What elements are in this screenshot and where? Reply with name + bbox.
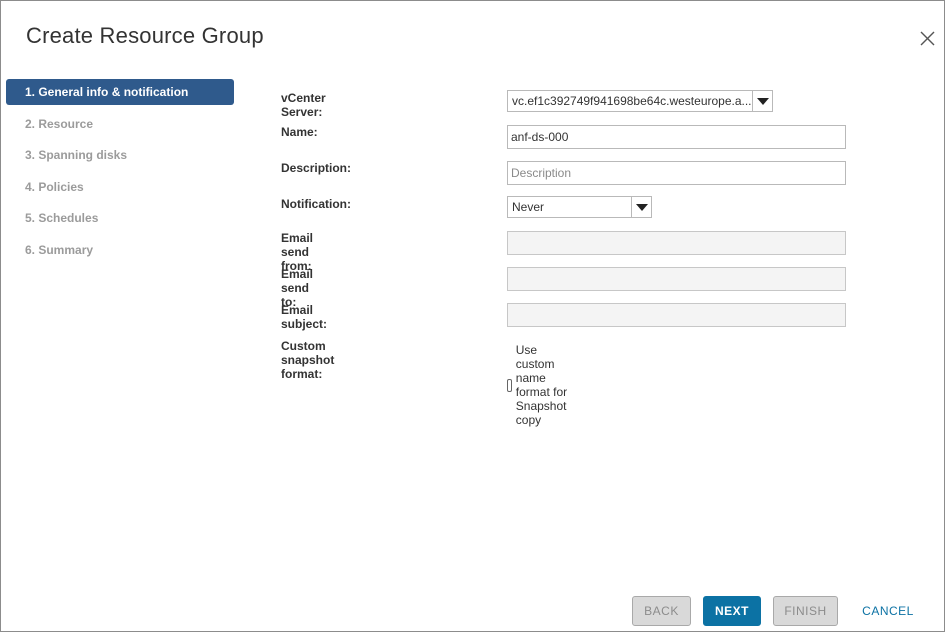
close-icon — [920, 31, 935, 46]
dialog-title: Create Resource Group — [26, 23, 264, 48]
chevron-down-icon — [752, 91, 772, 111]
vcenter-label: vCenter Server: — [281, 91, 326, 119]
snapshot-format-option: Use custom name format for Snapshot copy — [507, 343, 575, 427]
chevron-down-icon — [631, 197, 651, 217]
back-button[interactable]: BACK — [632, 596, 691, 626]
vcenter-value: vc.ef1c392749f941698be64c.westeurope.a..… — [512, 94, 752, 108]
description-label: Description: — [281, 161, 352, 175]
email-subject-label: Email subject: — [281, 303, 328, 331]
email-to-input[interactable] — [507, 267, 846, 291]
name-label: Name: — [281, 125, 318, 139]
step-spanning-disks[interactable]: 3. Spanning disks — [6, 142, 234, 168]
wizard-steps: 1. General info & notification 2. Resour… — [6, 79, 234, 269]
email-from-input[interactable] — [507, 231, 846, 255]
notification-label: Notification: — [281, 197, 351, 211]
notification-value: Never — [512, 200, 545, 214]
custom-name-checkbox[interactable] — [507, 378, 512, 392]
create-resource-group-dialog: Create Resource Group 1. General info & … — [0, 0, 945, 632]
step-summary[interactable]: 6. Summary — [6, 237, 234, 263]
name-input[interactable] — [507, 125, 846, 149]
custom-name-checkbox-label[interactable]: Use custom name format for Snapshot copy — [516, 343, 575, 427]
description-input[interactable] — [507, 161, 846, 185]
step-schedules[interactable]: 5. Schedules — [6, 205, 234, 231]
next-button[interactable]: NEXT — [703, 596, 761, 626]
step-resource[interactable]: 2. Resource — [6, 111, 234, 137]
email-subject-input[interactable] — [507, 303, 846, 327]
step-policies[interactable]: 4. Policies — [6, 174, 234, 200]
cancel-button[interactable]: CANCEL — [851, 596, 925, 626]
finish-button[interactable]: FINISH — [773, 596, 838, 626]
vcenter-select[interactable]: vc.ef1c392749f941698be64c.westeurope.a..… — [507, 90, 773, 112]
notification-select[interactable]: Never — [507, 196, 652, 218]
close-button[interactable] — [917, 28, 937, 48]
step-general-info[interactable]: 1. General info & notification — [6, 79, 234, 105]
snapshot-format-label: Custom snapshot format: — [281, 339, 335, 381]
